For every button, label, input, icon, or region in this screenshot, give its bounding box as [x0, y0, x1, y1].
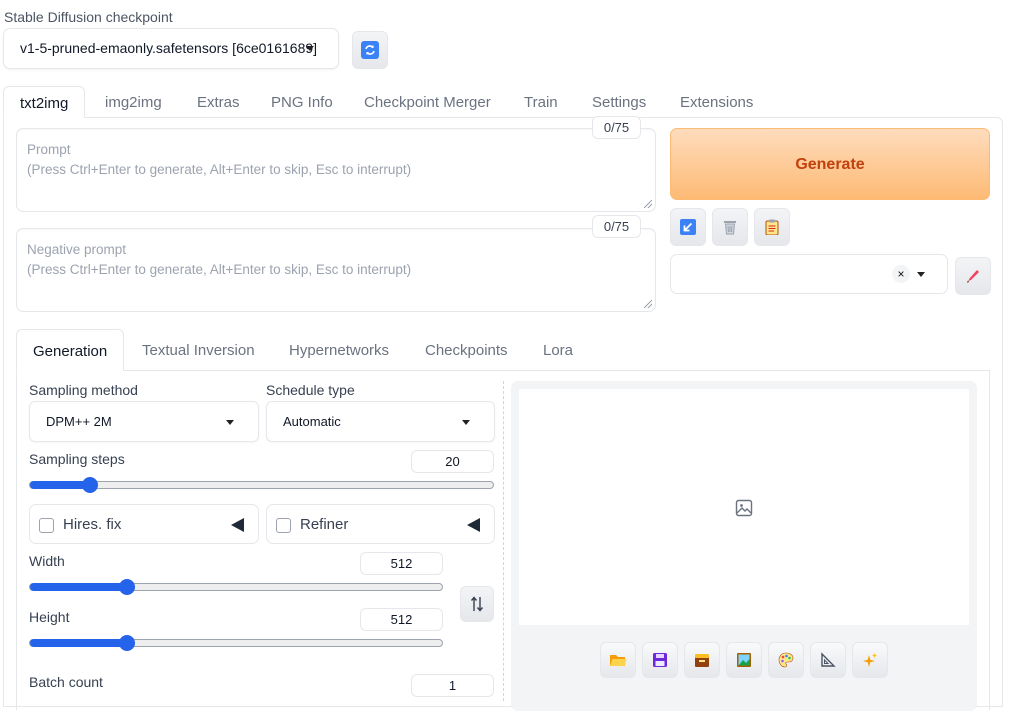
save-button[interactable] [642, 642, 678, 678]
refiner-checkbox[interactable] [276, 518, 291, 533]
width-input[interactable]: 512 [360, 552, 443, 575]
generate-button[interactable]: Generate [670, 128, 990, 200]
slider-thumb[interactable] [118, 579, 135, 595]
tab-hypernetworks[interactable]: Hypernetworks [289, 329, 389, 371]
clipboard-icon [765, 219, 779, 235]
checkpoint-label: Stable Diffusion checkpoint [4, 9, 173, 25]
slider-thumb[interactable] [118, 635, 135, 651]
upscale-button[interactable] [852, 642, 888, 678]
tab-generation[interactable]: Generation [16, 329, 125, 371]
tab-extras[interactable]: Extras [197, 86, 240, 118]
apply-styles-button[interactable] [754, 208, 790, 246]
styles-select[interactable]: × [670, 254, 948, 294]
batch-count-input[interactable]: 1 [411, 674, 494, 697]
arrow-down-left-icon [680, 219, 696, 235]
height-input[interactable]: 512 [360, 608, 443, 631]
column-divider [503, 381, 504, 701]
triangle-ruler-icon [821, 652, 836, 667]
palette-icon [778, 652, 794, 668]
checkpoint-select[interactable]: v1-5-pruned-emaonly.safetensors [6ce0161… [3, 28, 339, 69]
hires-fix-checkbox[interactable] [39, 518, 54, 533]
folder-icon [610, 655, 627, 666]
caret-left-icon[interactable] [467, 518, 480, 532]
hires-fix-accordion[interactable]: Hires. fix [29, 504, 259, 544]
sampling-method-select[interactable]: DPM++ 2M [29, 401, 259, 442]
tab-settings[interactable]: Settings [592, 86, 646, 118]
height-slider[interactable] [29, 635, 443, 651]
chevron-down-icon [306, 46, 314, 51]
refiner-accordion[interactable]: Refiner [266, 504, 495, 544]
schedule-type-value: Automatic [283, 414, 341, 429]
resize-grip-icon[interactable] [644, 300, 652, 308]
negative-prompt-token-counter: 0/75 [592, 215, 641, 238]
open-folder-button[interactable] [600, 642, 636, 678]
negative-prompt-placeholder-title: Negative prompt [27, 242, 127, 257]
tab-checkpoints[interactable]: Checkpoints [425, 329, 508, 371]
sampling-method-label: Sampling method [29, 382, 138, 398]
prompt-textarea[interactable]: Prompt (Press Ctrl+Enter to generate, Al… [16, 128, 656, 212]
prompt-placeholder-hint: (Press Ctrl+Enter to generate, Alt+Enter… [27, 162, 412, 177]
tab-png-info[interactable]: PNG Info [271, 86, 333, 118]
chevron-down-icon [226, 420, 234, 425]
refresh-checkpoints-button[interactable] [352, 31, 388, 69]
sampling-steps-label: Sampling steps [29, 451, 125, 467]
chevron-down-icon [917, 272, 925, 277]
swap-vertical-icon [470, 596, 484, 612]
height-label: Height [29, 609, 70, 625]
swap-dimensions-button[interactable] [460, 586, 494, 622]
read-generation-params-button[interactable] [670, 208, 706, 246]
prompt-placeholder-title: Prompt [27, 142, 71, 157]
close-icon[interactable]: × [892, 265, 910, 283]
prompt-token-counter: 0/75 [592, 116, 641, 139]
slider-fill [30, 583, 127, 591]
negative-prompt-textarea[interactable]: Negative prompt (Press Ctrl+Enter to gen… [16, 228, 656, 312]
sparkles-icon [863, 653, 877, 667]
clear-prompt-button[interactable] [712, 208, 748, 246]
width-label: Width [29, 553, 65, 569]
pencil-icon [967, 270, 979, 283]
save-icon [653, 653, 667, 667]
negative-prompt-placeholder-hint: (Press Ctrl+Enter to generate, Alt+Enter… [27, 262, 412, 277]
send-to-img2img-button[interactable] [726, 642, 762, 678]
output-image-area[interactable] [519, 389, 969, 625]
send-to-inpaint-button[interactable] [768, 642, 804, 678]
picture-icon [737, 653, 751, 667]
tab-textual-inversion[interactable]: Textual Inversion [142, 329, 255, 371]
checkpoint-value: v1-5-pruned-emaonly.safetensors [6ce0161… [20, 40, 318, 56]
sampling-method-value: DPM++ 2M [46, 414, 112, 429]
tab-img2img[interactable]: img2img [105, 86, 162, 118]
archive-icon [695, 654, 709, 667]
hires-fix-label: Hires. fix [63, 516, 122, 533]
tab-txt2img[interactable]: txt2img [3, 86, 86, 118]
trash-icon [724, 221, 736, 235]
resize-grip-icon[interactable] [644, 200, 652, 208]
tab-checkpoint-merger[interactable]: Checkpoint Merger [364, 86, 491, 118]
batch-count-label: Batch count [29, 674, 103, 690]
slider-fill [30, 481, 91, 489]
send-to-extras-button[interactable] [810, 642, 846, 678]
schedule-type-select[interactable]: Automatic [266, 401, 495, 442]
sampling-steps-input[interactable]: 20 [411, 450, 494, 473]
image-placeholder-icon [735, 499, 753, 517]
refresh-icon [361, 41, 379, 59]
tab-extensions[interactable]: Extensions [680, 86, 753, 118]
tab-train[interactable]: Train [524, 86, 558, 118]
width-slider[interactable] [29, 579, 443, 595]
edit-styles-button[interactable] [955, 257, 991, 295]
save-zip-button[interactable] [684, 642, 720, 678]
caret-left-icon[interactable] [231, 518, 244, 532]
tab-lora[interactable]: Lora [543, 329, 573, 371]
schedule-type-label: Schedule type [266, 382, 355, 398]
sampling-steps-slider[interactable] [29, 477, 494, 493]
refiner-label: Refiner [300, 516, 349, 533]
chevron-down-icon [462, 420, 470, 425]
slider-fill [30, 639, 127, 647]
